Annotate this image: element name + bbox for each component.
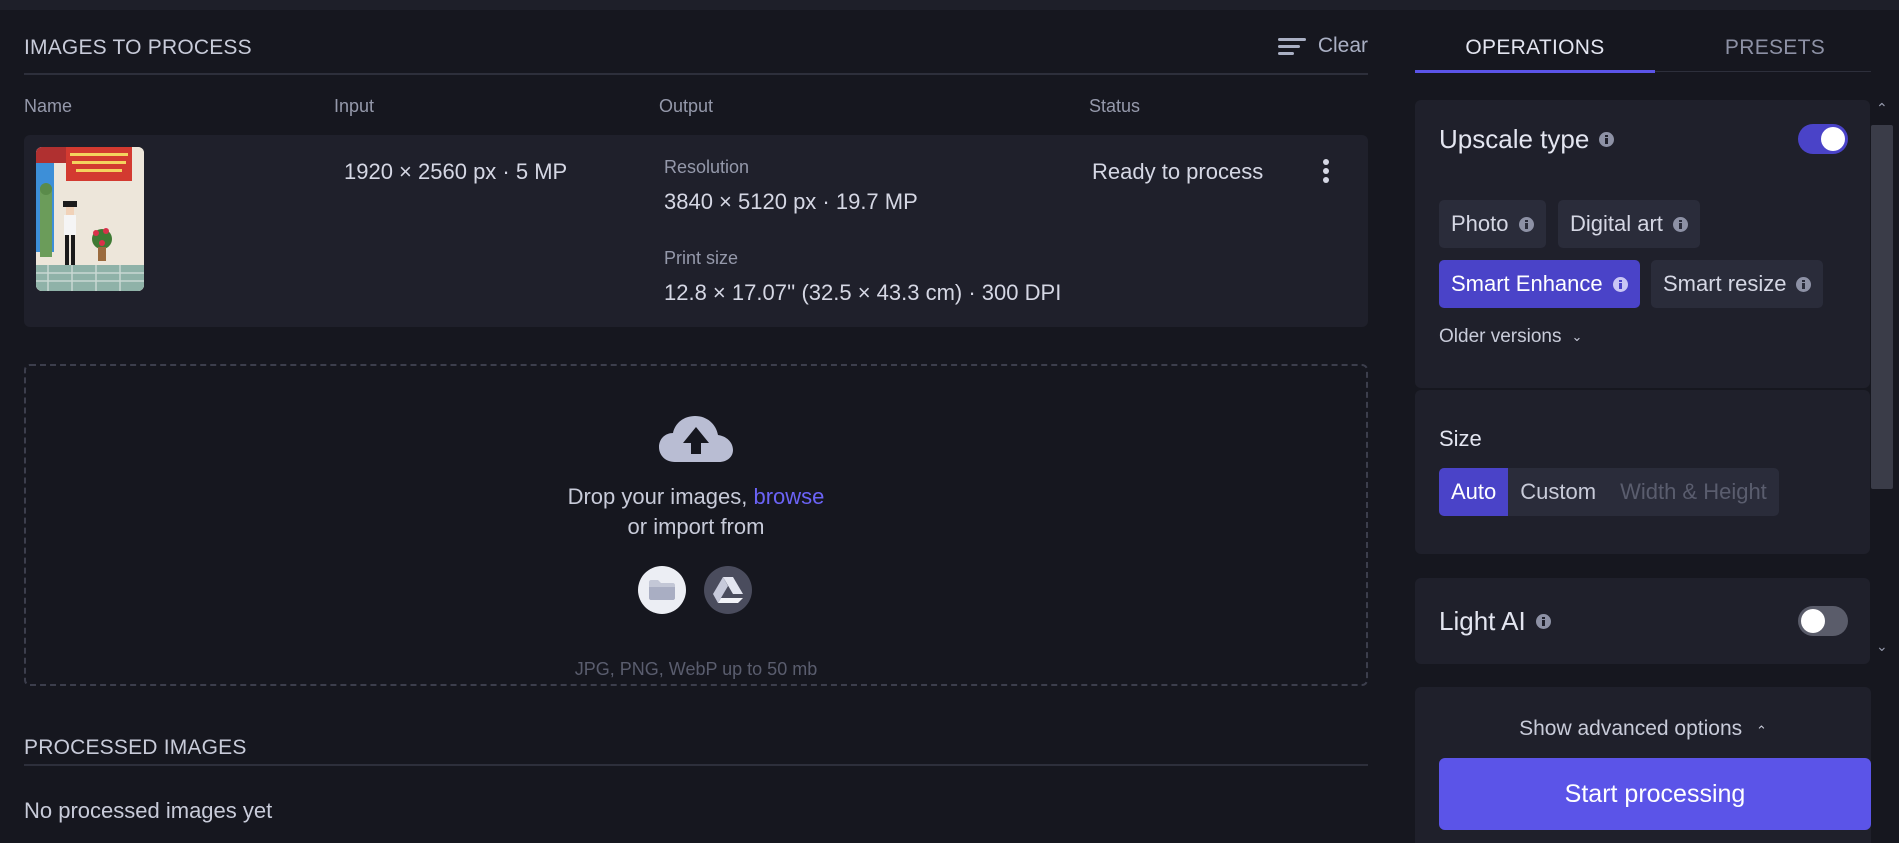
status-text: Ready to process (1092, 159, 1264, 184)
input-size: 1920 × 2560 px · 5 MP (344, 159, 568, 184)
file-types-hint: JPG, PNG, WebP up to 50 mb (574, 659, 818, 679)
type-digital-art-label: Digital art (1570, 211, 1663, 236)
action-footer: Show advanced options ⌃ Start processing (1415, 687, 1871, 843)
settings-panel: OPERATIONS PRESETS Upscale type Photo Di… (1415, 10, 1899, 843)
upscale-type-heading: Upscale type (1439, 124, 1615, 155)
top-strip (0, 0, 1899, 10)
column-status: Status (1089, 96, 1141, 116)
type-smart-enhance-label: Smart Enhance (1451, 271, 1603, 296)
column-input: Input (334, 96, 375, 116)
tab-divider (1655, 71, 1871, 72)
size-mode-selector: Auto Custom Width & Height (1439, 468, 1779, 516)
advanced-options-toggle[interactable]: Show advanced options ⌃ (1415, 717, 1871, 741)
google-drive-icon (713, 577, 743, 603)
upscale-toggle[interactable] (1798, 124, 1848, 154)
folder-icon (649, 580, 675, 600)
chevron-up-icon: ⌃ (1755, 723, 1767, 738)
clear-label: Clear (1317, 34, 1368, 57)
more-options-icon[interactable] (1320, 159, 1332, 187)
size-auto[interactable]: Auto (1439, 468, 1509, 516)
column-output: Output (659, 96, 714, 116)
dropzone[interactable]: Drop your images, browse or import from … (24, 364, 1368, 686)
size-custom[interactable]: Custom (1508, 468, 1608, 516)
older-versions-toggle[interactable]: Older versions ⌄ (1439, 326, 1582, 348)
type-smart-resize[interactable]: Smart resize (1651, 260, 1824, 308)
info-icon[interactable] (1518, 216, 1534, 232)
size-width-height: Width & Height (1620, 479, 1767, 504)
tab-bar: OPERATIONS PRESETS (1415, 10, 1871, 73)
tab-operations[interactable]: OPERATIONS (1415, 36, 1655, 60)
type-photo-label: Photo (1451, 211, 1509, 236)
google-drive-button[interactable] (704, 566, 752, 614)
tab-presets[interactable]: PRESETS (1655, 36, 1895, 60)
output-resolution: 3840 × 5120 px · 19.7 MP (664, 189, 918, 214)
type-smart-enhance[interactable]: Smart Enhance (1439, 260, 1640, 308)
info-icon[interactable] (1535, 614, 1551, 629)
local-folder-button[interactable] (638, 566, 686, 614)
type-smart-resize-label: Smart resize (1663, 271, 1787, 296)
scrollbar-thumb[interactable] (1871, 125, 1893, 489)
import-text: or import from (627, 514, 765, 539)
upscale-type-title: Upscale type (1439, 124, 1590, 154)
older-versions-label: Older versions (1439, 326, 1562, 347)
clear-button[interactable]: Clear (1277, 34, 1368, 58)
processed-header: PROCESSED IMAGES (24, 722, 1368, 766)
upscale-type-card: Upscale type Photo Digital art Smart Enh… (1415, 100, 1870, 388)
size-card: Size Auto Custom Width & Height (1415, 390, 1870, 554)
light-ai-title: Light AI (1439, 606, 1526, 636)
active-tab-indicator (1415, 70, 1655, 73)
drop-text-line: Drop your images, browse (26, 484, 1366, 510)
light-ai-toggle[interactable] (1798, 606, 1848, 636)
scroll-down-icon[interactable]: ⌄ (1876, 638, 1888, 655)
info-icon[interactable] (1599, 132, 1615, 147)
queue-row: 1920 × 2560 px · 5 MP Resolution 3840 × … (24, 135, 1368, 327)
queue-title: IMAGES TO PROCESS (24, 36, 252, 59)
chevron-down-icon: ⌄ (1571, 329, 1583, 344)
scroll-up-icon[interactable]: ⌃ (1876, 100, 1888, 117)
info-icon[interactable] (1796, 276, 1812, 292)
images-panel: IMAGES TO PROCESS Clear Name Input Outpu… (24, 10, 1368, 823)
print-size: 12.8 × 17.07'' (32.5 × 43.3 cm) · 300 DP… (664, 280, 1062, 305)
drop-text: Drop your images, (567, 484, 748, 509)
queue-header: IMAGES TO PROCESS Clear (24, 10, 1368, 75)
size-title: Size (1439, 426, 1482, 451)
type-digital-art[interactable]: Digital art (1558, 200, 1700, 248)
light-ai-heading: Light AI (1439, 606, 1551, 637)
light-ai-card: Light AI (1415, 578, 1870, 664)
queue-columns: Name Input Output Status (24, 75, 1368, 125)
info-icon[interactable] (1612, 276, 1628, 292)
cloud-upload-icon (659, 414, 733, 469)
processed-empty: No processed images yet (24, 798, 273, 823)
start-processing-button[interactable]: Start processing (1439, 758, 1871, 830)
type-photo[interactable]: Photo (1439, 200, 1546, 248)
browse-link[interactable]: browse (753, 484, 824, 509)
image-thumbnail[interactable] (36, 147, 144, 291)
print-size-label: Print size (664, 248, 739, 268)
clear-list-icon (1277, 36, 1306, 56)
resolution-label: Resolution (664, 157, 750, 177)
column-name: Name (24, 96, 73, 116)
processed-title: PROCESSED IMAGES (24, 736, 247, 759)
advanced-options-label: Show advanced options (1519, 717, 1743, 740)
info-icon[interactable] (1672, 216, 1688, 232)
